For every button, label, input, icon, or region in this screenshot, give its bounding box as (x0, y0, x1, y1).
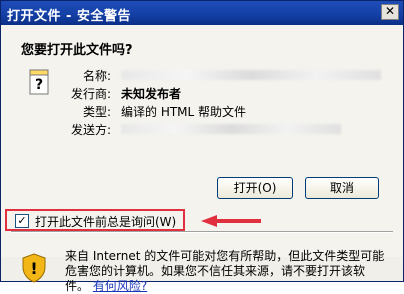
shield-warning-icon: ! (22, 253, 46, 283)
security-warning-text: 来自 Internet 的文件可能对您有所帮助，但此文件类型可能危害您的计算机。… (65, 249, 385, 294)
detail-label: 发送方: (70, 123, 111, 137)
risk-link[interactable]: 有何风险? (93, 279, 147, 293)
always-ask-checkbox[interactable]: ✓ (15, 214, 29, 228)
detail-value: 编译的 HTML 帮助文件 (121, 105, 247, 119)
divider (11, 231, 393, 233)
detail-label: 类型: (82, 105, 111, 119)
always-ask-label[interactable]: 打开此文件前总是询问(W) (35, 213, 176, 230)
detail-value: 未知发布者 (121, 87, 182, 101)
close-button[interactable]: ✕ (381, 4, 399, 20)
title-bar[interactable]: 打开文件 - 安全警告 ✕ (1, 1, 403, 25)
open-button[interactable]: 打开(O) (217, 177, 293, 199)
always-ask-highlight: ✓ 打开此文件前总是询问(W) (5, 209, 185, 231)
dialog-body: 您要打开此文件吗? ? 名称: 发行商: 未知发布者 类型: 编译的 HTML … (1, 25, 403, 293)
window-title: 打开文件 - 安全警告 (7, 9, 131, 24)
svg-text:?: ? (35, 77, 43, 93)
cancel-button[interactable]: 取消 (305, 177, 379, 199)
detail-value (121, 121, 341, 135)
unknown-file-icon: ? (29, 69, 49, 95)
dialog-question: 您要打开此文件吗? (21, 43, 133, 58)
detail-label: 名称: (82, 69, 111, 83)
security-warning-dialog: 打开文件 - 安全警告 ✕ 您要打开此文件吗? ? 名称: 发行商: 未知发布者… (0, 0, 404, 293)
red-arrow-icon (201, 215, 261, 227)
detail-label: 发行商: (70, 87, 111, 101)
detail-value (121, 67, 381, 81)
svg-text:!: ! (30, 259, 37, 278)
